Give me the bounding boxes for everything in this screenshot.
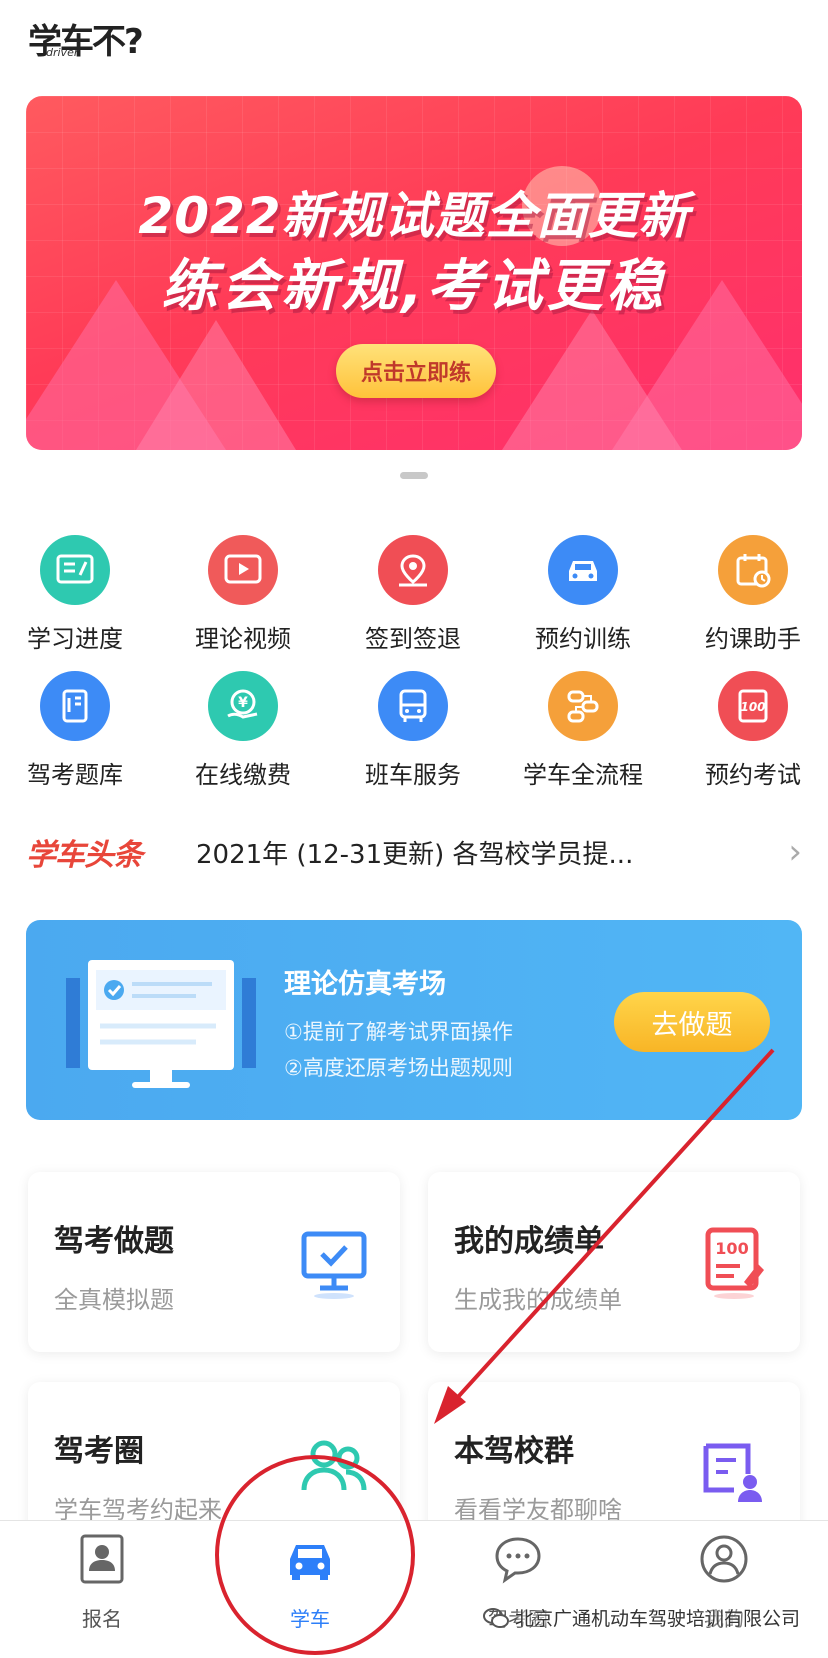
watermark-text: 北京广通机动车驾驶培训有限公司 — [514, 1608, 800, 1630]
card-title: 驾考圈 — [54, 1434, 144, 1469]
banner-subheadline: 练会新规,考试更稳 — [161, 254, 667, 319]
grid-item-book-exam[interactable]: 100 预约考试 — [678, 671, 828, 790]
card-title: 我的成绩单 — [454, 1224, 604, 1259]
score-report-icon: 100 — [705, 1227, 764, 1299]
exam-simulation-card[interactable]: 理论仿真考场 ①提前了解考试界面操作 ②高度还原考场出题规则 去做题 — [26, 920, 802, 1120]
grid-item-label: 签到签退 — [365, 625, 461, 653]
card-title: 驾考做题 — [54, 1224, 174, 1259]
bus-icon — [378, 671, 448, 741]
id-card-icon — [80, 1534, 124, 1584]
svg-text:100: 100 — [740, 700, 765, 714]
svg-text:100: 100 — [715, 1239, 748, 1258]
grid-item-label: 学习进度 — [27, 625, 123, 653]
chat-bubble-icon — [495, 1537, 541, 1584]
exam-100-icon: 100 — [718, 671, 788, 741]
grid-item-shuttle-bus[interactable]: 班车服务 — [338, 671, 488, 790]
banner-mountain-decoration — [136, 320, 296, 450]
headline-brand: 学车头条 — [26, 838, 143, 873]
grid-item-label: 驾考题库 — [27, 761, 123, 789]
card-title: 本驾校群 — [454, 1434, 574, 1469]
question-bank-icon — [40, 671, 110, 741]
watermark: 北京广通机动车驾驶培训有限公司 — [482, 1604, 800, 1631]
news-headline[interactable]: 学车头条 2021年 (12-31更新) 各驾校学员提... › — [26, 826, 802, 878]
sim-title: 理论仿真考场 — [284, 969, 446, 1000]
wechat-official-icon — [482, 1607, 509, 1628]
grid-item-checkin[interactable]: 签到签退 — [338, 535, 488, 654]
tab-signup[interactable]: 报名 — [42, 1533, 162, 1632]
card-subtitle: 全真模拟题 — [54, 1286, 174, 1314]
monitor-check-icon — [301, 1231, 367, 1299]
grid-item-label: 在线缴费 — [195, 761, 291, 789]
banner-headline: 2022新规试题全面更新 — [138, 187, 690, 245]
school-group-icon — [703, 1443, 762, 1502]
carousel-indicator — [400, 472, 428, 479]
grid-item-study-progress[interactable]: 学习进度 — [0, 535, 150, 654]
sim-feature-1: ①提前了解考试界面操作 — [284, 1020, 513, 1044]
grid-item-label: 预约训练 — [535, 625, 631, 653]
grid-item-full-process[interactable]: 学车全流程 — [508, 671, 658, 790]
banner-mountain-decoration — [502, 310, 682, 450]
grid-item-label: 约课助手 — [705, 625, 801, 653]
video-icon — [208, 535, 278, 605]
grid-item-theory-video[interactable]: 理论视频 — [168, 535, 318, 654]
car-icon — [548, 535, 618, 605]
annotation-circle — [215, 1455, 415, 1655]
grid-item-book-training[interactable]: 预约训练 — [508, 535, 658, 654]
calendar-clock-icon — [718, 535, 788, 605]
promo-banner[interactable]: 2022新规试题全面更新 练会新规,考试更稳 点击立即练 — [26, 96, 802, 450]
app-logo: 学车不? driver — [28, 12, 168, 62]
location-pin-icon — [378, 535, 448, 605]
user-profile-icon — [700, 1535, 748, 1583]
monitor-illustration-icon — [66, 960, 256, 1088]
logo-subtext: driver — [46, 46, 79, 59]
grid-item-label: 学车全流程 — [523, 761, 643, 789]
banner-practice-button[interactable]: 点击立即练 — [336, 344, 496, 398]
grid-item-label: 理论视频 — [195, 625, 291, 653]
card-exam-practice[interactable]: 驾考做题 全真模拟题 — [28, 1172, 400, 1352]
chevron-right-icon: › — [788, 832, 802, 872]
sim-feature-2: ②高度还原考场出题规则 — [284, 1056, 513, 1080]
svg-text:¥: ¥ — [238, 695, 248, 711]
grid-item-label: 预约考试 — [705, 761, 801, 789]
study-progress-icon — [40, 535, 110, 605]
yuan-payment-icon: ¥ — [208, 671, 278, 741]
grid-item-online-payment[interactable]: ¥ 在线缴费 — [168, 671, 318, 790]
process-flow-icon — [548, 671, 618, 741]
card-subtitle: 生成我的成绩单 — [454, 1286, 622, 1314]
grid-item-question-bank[interactable]: 驾考题库 — [0, 671, 150, 790]
start-practice-button[interactable]: 去做题 — [614, 992, 770, 1052]
grid-item-course-assistant[interactable]: 约课助手 — [678, 535, 828, 654]
card-score-report[interactable]: 我的成绩单 生成我的成绩单 100 — [428, 1172, 800, 1352]
tab-label: 报名 — [82, 1607, 122, 1631]
headline-text[interactable]: 2021年 (12-31更新) 各驾校学员提... — [196, 834, 778, 871]
grid-item-label: 班车服务 — [365, 761, 461, 789]
